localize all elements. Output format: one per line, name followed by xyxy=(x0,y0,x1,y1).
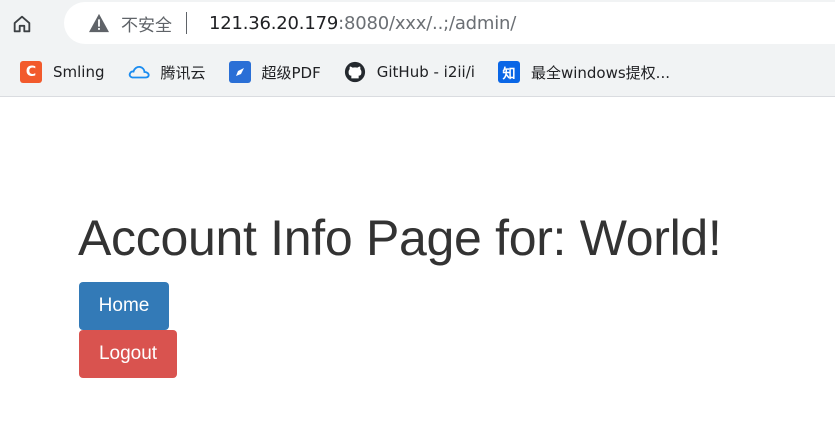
url-path: :8080/xxx/..;/admin/ xyxy=(338,12,517,34)
github-icon xyxy=(344,61,366,83)
address-bar[interactable]: 不安全 121.36.20.179:8080/xxx/..;/admin/ xyxy=(64,2,835,44)
cloud-icon xyxy=(128,61,150,83)
page-title: Account Info Page for: World! xyxy=(78,210,722,266)
page-content: Account Info Page for: World! Home Logou… xyxy=(0,97,835,428)
home-button[interactable]: Home xyxy=(79,282,169,330)
bookmark-label: 超级PDF xyxy=(261,63,321,82)
bookmarks-bar: C Smling 腾讯云 超级PDF GitHub - i2ii/i 知 最全w… xyxy=(0,50,693,94)
bookmark-super-pdf[interactable]: 超级PDF xyxy=(228,61,321,83)
bookmark-github[interactable]: GitHub - i2ii/i xyxy=(344,61,475,83)
bookmark-label: Smling xyxy=(53,63,105,81)
bookmark-label: GitHub - i2ii/i xyxy=(376,63,475,81)
zhihu-icon: 知 xyxy=(497,61,520,83)
logout-button[interactable]: Logout xyxy=(79,330,177,378)
browser-home-button[interactable] xyxy=(6,8,38,40)
security-status-label[interactable]: 不安全 xyxy=(121,11,172,36)
bookmark-windows-privesc[interactable]: 知 最全windows提权... xyxy=(497,61,670,83)
browser-toolbar: 不安全 121.36.20.179:8080/xxx/..;/admin/ C … xyxy=(0,0,835,97)
c-logo-icon: C xyxy=(20,61,42,83)
url-host: 121.36.20.179 xyxy=(209,12,339,34)
warning-icon[interactable] xyxy=(88,11,112,35)
url-text[interactable]: 121.36.20.179:8080/xxx/..;/admin/ xyxy=(209,13,516,34)
bookmark-label: 腾讯云 xyxy=(160,63,206,82)
bookmark-tencent-cloud[interactable]: 腾讯云 xyxy=(128,61,206,83)
bookmark-label: 最全windows提权... xyxy=(530,63,670,82)
rocket-icon xyxy=(228,61,251,83)
bookmark-smling[interactable]: C Smling xyxy=(20,61,105,83)
home-icon xyxy=(13,15,31,33)
address-separator xyxy=(186,12,187,34)
